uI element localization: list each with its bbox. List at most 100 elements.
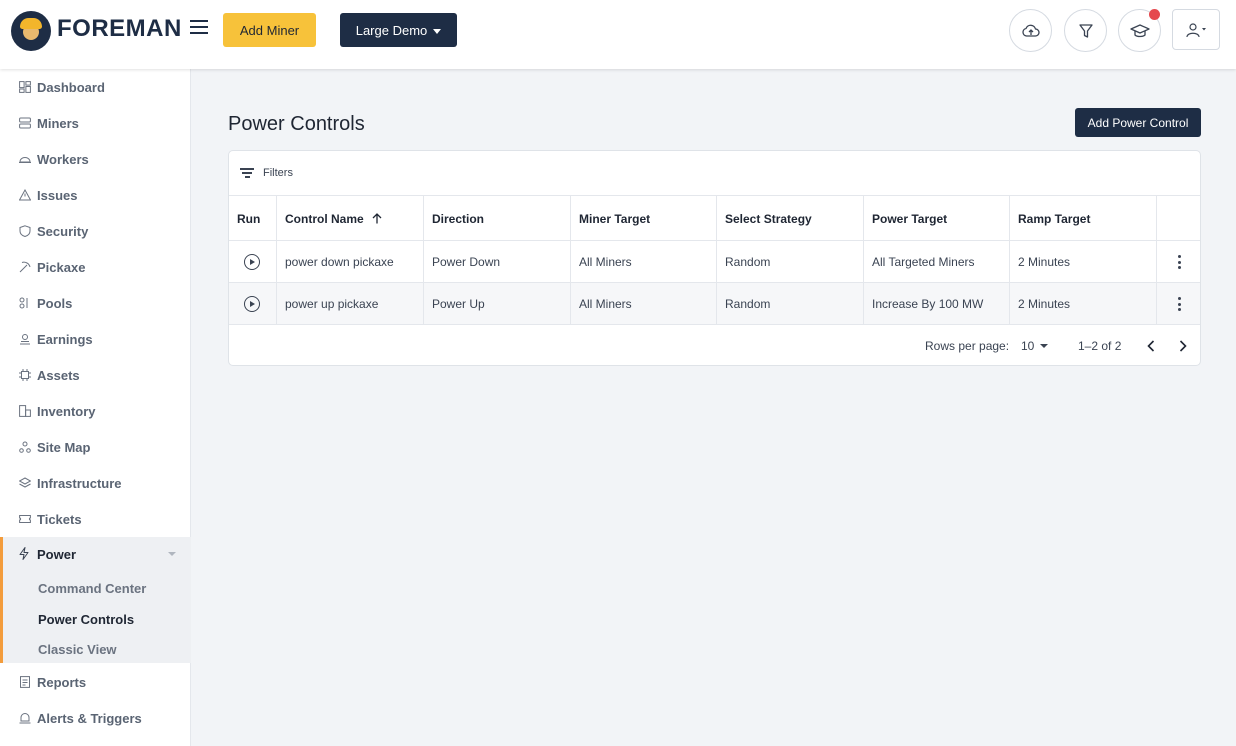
column-header-direction[interactable]: Direction xyxy=(424,196,571,241)
column-header-power-target[interactable]: Power Target xyxy=(864,196,1010,241)
sidebar-subitem-classic-view[interactable]: Classic View xyxy=(38,642,117,657)
report-icon xyxy=(18,676,31,689)
power-controls-table-card: Filters Run Control Name Direction Miner… xyxy=(228,150,1201,366)
miner-target-cell: All Miners xyxy=(571,283,717,325)
sidebar-item-dashboard[interactable]: Dashboard xyxy=(0,69,191,105)
filter-button[interactable] xyxy=(1064,9,1107,52)
inventory-icon xyxy=(18,405,31,418)
control-name-cell: power down pickaxe xyxy=(277,241,424,283)
sidebar-item-issues[interactable]: Issues xyxy=(0,177,191,213)
server-icon xyxy=(18,117,31,130)
sidebar-item-pickaxe[interactable]: Pickaxe xyxy=(0,249,191,285)
demo-selector-label: Large Demo xyxy=(355,22,428,38)
sidebar-item-workers[interactable]: Workers xyxy=(0,141,191,177)
sidebar-item-label: Pickaxe xyxy=(37,259,86,275)
alert-icon xyxy=(18,712,31,725)
sidebar-item-label: Dashboard xyxy=(37,79,105,95)
play-circle-icon[interactable] xyxy=(244,296,260,312)
more-vertical-icon[interactable] xyxy=(1177,297,1181,311)
page-title: Power Controls xyxy=(228,113,365,135)
ramp-target-cell: 2 Minutes xyxy=(1010,283,1157,325)
play-circle-icon[interactable] xyxy=(244,254,260,270)
sidebar-item-power[interactable]: Power xyxy=(3,537,191,571)
sidebar-item-pools[interactable]: Pools xyxy=(0,285,191,321)
sidebar-item-label: Security xyxy=(37,223,89,239)
rows-per-page-label: Rows per page: xyxy=(925,339,1010,353)
user-icon xyxy=(1186,22,1206,37)
sidebar-item-inventory[interactable]: Inventory xyxy=(0,393,191,429)
sidebar-item-assets[interactable]: Assets xyxy=(0,357,191,393)
rows-per-page-select[interactable]: 10 xyxy=(1021,339,1034,353)
notification-badge xyxy=(1149,9,1160,20)
chevron-left-icon xyxy=(1147,340,1155,352)
demo-selector-button[interactable]: Large Demo xyxy=(340,13,457,47)
sidebar-item-label: Reports xyxy=(37,674,87,690)
more-vertical-icon[interactable] xyxy=(1177,255,1181,269)
column-header-miner-target[interactable]: Miner Target xyxy=(571,196,717,241)
logo-helmet xyxy=(20,18,42,29)
sidebar-item-label: Pools xyxy=(37,295,73,311)
chevron-right-icon xyxy=(1179,340,1187,352)
brand-name[interactable]: FOREMAN xyxy=(57,15,182,43)
sidebar-item-reports[interactable]: Reports xyxy=(0,664,191,700)
sidebar-item-earnings[interactable]: Earnings xyxy=(0,321,191,357)
sidebar-item-label: Issues xyxy=(37,187,78,203)
dashboard-icon xyxy=(18,81,31,94)
worker-icon xyxy=(18,153,31,166)
sidebar-item-infrastructure[interactable]: Infrastructure xyxy=(0,465,191,501)
pagination-range: 1–2 of 2 xyxy=(1078,339,1122,353)
ticket-icon xyxy=(18,513,31,526)
table-row: power down pickaxe Power Down All Miners… xyxy=(229,241,1200,283)
sidebar-item-miners[interactable]: Miners xyxy=(0,105,191,141)
column-header-run: Run xyxy=(229,196,277,241)
sidebar-item-label: Miners xyxy=(37,115,79,131)
sidebar-subitem-power-controls[interactable]: Power Controls xyxy=(38,612,134,627)
filters-label: Filters xyxy=(263,167,293,179)
add-miner-button[interactable]: Add Miner xyxy=(223,13,316,47)
direction-cell: Power Up xyxy=(424,283,571,325)
ramp-target-cell: 2 Minutes xyxy=(1010,241,1157,283)
next-page-button[interactable] xyxy=(1174,337,1192,355)
sort-arrow-up-icon[interactable] xyxy=(372,213,382,224)
caret-down-icon[interactable] xyxy=(1040,344,1048,348)
top-bar: FOREMAN Add Miner Large Demo xyxy=(0,0,1236,69)
sidebar-subitem-command-center[interactable]: Command Center xyxy=(38,581,146,596)
sidebar-group-power: Power Command Center Power Controls Clas… xyxy=(0,537,191,663)
sidebar-item-alerts-triggers[interactable]: Alerts & Triggers xyxy=(0,700,191,736)
strategy-cell: Random xyxy=(717,241,864,283)
caret-down-icon xyxy=(433,28,442,34)
sidebar-item-tickets[interactable]: Tickets xyxy=(0,501,191,537)
table-row: power up pickaxe Power Up All Miners Ran… xyxy=(229,283,1200,325)
layers-icon xyxy=(18,477,31,490)
column-header-ramp-target[interactable]: Ramp Target xyxy=(1010,196,1157,241)
run-cell xyxy=(229,241,277,283)
control-name-cell: power up pickaxe xyxy=(277,283,424,325)
user-menu-button[interactable] xyxy=(1172,9,1220,50)
foreman-logo[interactable] xyxy=(11,11,51,51)
miner-target-cell: All Miners xyxy=(571,241,717,283)
warning-icon xyxy=(18,189,31,202)
sidebar-item-security[interactable]: Security xyxy=(0,213,191,249)
filters-bar[interactable]: Filters xyxy=(229,151,1200,196)
chip-icon xyxy=(18,369,31,382)
power-target-cell: Increase By 100 MW xyxy=(864,283,1010,325)
upload-cloud-button[interactable] xyxy=(1009,9,1052,52)
hamburger-menu-icon[interactable] xyxy=(190,20,208,35)
chevron-down-icon[interactable] xyxy=(168,552,176,556)
column-header-actions xyxy=(1157,196,1200,241)
column-header-control-name[interactable]: Control Name xyxy=(277,196,424,241)
table-pagination: Rows per page: 10 1–2 of 2 xyxy=(229,325,1200,365)
sidebar-item-label: Site Map xyxy=(37,439,91,455)
previous-page-button[interactable] xyxy=(1142,337,1160,355)
table-header: Run Control Name Direction Miner Target … xyxy=(229,196,1200,241)
lightning-icon xyxy=(18,547,31,560)
earnings-icon xyxy=(18,333,31,346)
pools-icon xyxy=(18,297,31,310)
sidebar-item-site-map[interactable]: Site Map xyxy=(0,429,191,465)
pickaxe-icon xyxy=(18,261,31,274)
column-header-select-strategy[interactable]: Select Strategy xyxy=(717,196,864,241)
add-power-control-button[interactable]: Add Power Control xyxy=(1075,108,1201,137)
sidebar-item-label: Tickets xyxy=(37,511,82,527)
sidebar-item-label: Earnings xyxy=(37,331,93,347)
sidebar-item-label: Inventory xyxy=(37,403,96,419)
